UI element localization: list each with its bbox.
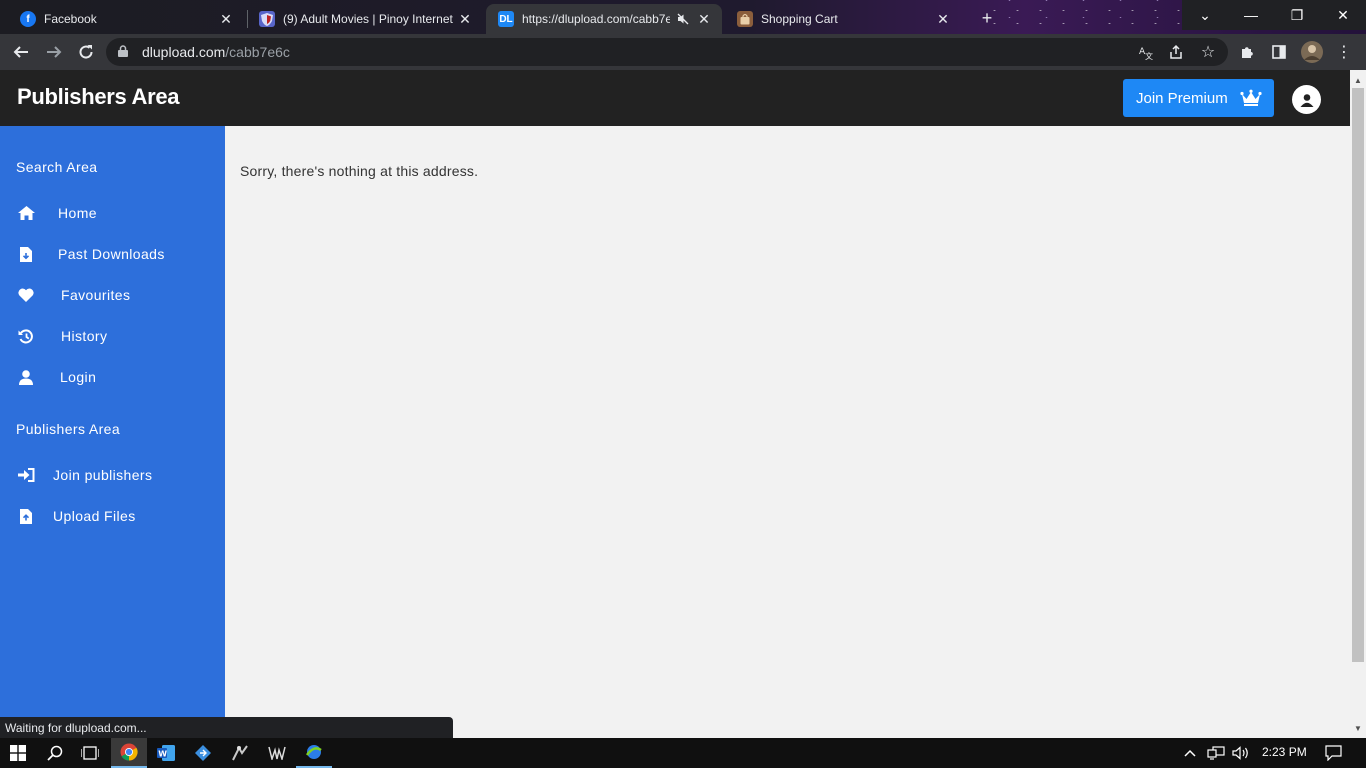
restore-button[interactable]: ❐	[1274, 0, 1320, 30]
sidebar-item-label: Join publishers	[53, 467, 153, 483]
user-circle-icon	[1300, 93, 1313, 107]
svg-text:文: 文	[1145, 51, 1153, 60]
extensions-puzzle-icon[interactable]	[1235, 40, 1259, 64]
site-header: Publishers Area Join Premium	[0, 70, 1350, 126]
tab-title: Facebook	[44, 12, 97, 26]
join-premium-button[interactable]: Join Premium	[1123, 79, 1274, 117]
sign-in-icon	[17, 467, 35, 483]
sidebar-item-past-downloads[interactable]: Past Downloads	[0, 237, 225, 271]
sidebar-item-label: Home	[58, 205, 97, 221]
scroll-up-arrow-icon[interactable]: ▲	[1350, 72, 1366, 88]
translate-icon[interactable]: A文	[1134, 40, 1158, 64]
close-window-button[interactable]: ✕	[1320, 0, 1366, 30]
sidebar-item-home[interactable]: Home	[0, 196, 225, 230]
tab-facebook[interactable]: f Facebook ✕	[8, 4, 244, 34]
bag-icon	[737, 11, 753, 27]
account-button[interactable]	[1292, 85, 1321, 114]
scrollbar-thumb[interactable]	[1352, 88, 1364, 662]
browser-toolbar: dlupload.com/cabb7e6c A文 ☆ ⋮	[0, 34, 1366, 70]
windows-taskbar: W 2:23 PM	[0, 738, 1366, 768]
crown-icon	[1240, 89, 1262, 106]
file-download-icon	[17, 246, 35, 262]
sidebar-item-history[interactable]: History	[0, 319, 225, 353]
sidebar-item-favourites[interactable]: Favourites	[0, 278, 225, 312]
task-view-icon[interactable]	[72, 738, 108, 768]
app-green-taskbar-icon[interactable]	[296, 738, 332, 768]
volume-icon[interactable]	[1228, 738, 1254, 768]
sidebar-item-label: Favourites	[61, 287, 131, 303]
browser-menu-icon[interactable]: ⋮	[1332, 40, 1356, 64]
profile-avatar[interactable]	[1300, 40, 1324, 64]
share-icon[interactable]	[1164, 40, 1188, 64]
status-bubble: Waiting for dlupload.com...	[0, 717, 453, 738]
web-page: Publishers Area Join Premium Search Area…	[0, 70, 1350, 738]
lock-icon[interactable]	[118, 44, 132, 60]
network-icon[interactable]	[1203, 738, 1229, 768]
search-icon[interactable]	[37, 738, 73, 768]
url-host: dlupload.com	[142, 44, 226, 60]
chrome-taskbar-icon[interactable]	[111, 738, 147, 768]
tab-adult-movies[interactable]: (9) Adult Movies | Pinoy Internet ✕	[247, 4, 483, 34]
tab-shopping-cart[interactable]: Shopping Cart ✕	[725, 4, 961, 34]
word-taskbar-icon[interactable]: W	[148, 738, 184, 768]
home-icon	[17, 205, 35, 221]
sidebar-section-publishers: Publishers Area	[16, 421, 121, 437]
tab-title: Shopping Cart	[761, 12, 838, 26]
tab-search-button[interactable]: ⌄	[1182, 0, 1228, 30]
app-figure-taskbar-icon[interactable]	[222, 738, 258, 768]
tab-strip: f Facebook ✕ (9) Adult Movies | Pinoy In…	[0, 0, 1366, 34]
svg-text:W: W	[158, 750, 167, 759]
close-icon[interactable]: ✕	[218, 11, 234, 27]
app-diamond-taskbar-icon[interactable]	[185, 738, 221, 768]
sidebar-item-join-publishers[interactable]: Join publishers	[0, 458, 225, 492]
taskbar-clock[interactable]: 2:23 PM	[1262, 745, 1307, 759]
file-upload-icon	[17, 508, 35, 524]
dl-icon: DL	[498, 11, 514, 27]
sidebar-item-upload-files[interactable]: Upload Files	[0, 499, 225, 533]
forward-button[interactable]	[42, 40, 66, 64]
bookmark-star-icon[interactable]: ☆	[1196, 40, 1220, 64]
sidebar-section-search: Search Area	[16, 159, 98, 175]
tab-title: (9) Adult Movies | Pinoy Internet	[283, 12, 453, 26]
user-icon	[17, 369, 35, 385]
facebook-icon: f	[20, 11, 36, 27]
sidebar-item-login[interactable]: Login	[0, 360, 225, 394]
address-bar[interactable]: dlupload.com/cabb7e6c	[106, 38, 1228, 66]
start-windows-icon[interactable]	[0, 738, 36, 768]
sidebar-item-label: Past Downloads	[58, 246, 165, 262]
reload-button[interactable]	[74, 40, 98, 64]
app-game-taskbar-icon[interactable]	[259, 738, 295, 768]
sidebar-item-label: Login	[60, 369, 97, 385]
tab-dlupload[interactable]: DL https://dlupload.com/cabb7e6c ✕	[486, 4, 722, 34]
site-brand[interactable]: Publishers Area	[17, 84, 180, 110]
tab-title: https://dlupload.com/cabb7e6c	[522, 12, 670, 26]
heart-icon	[17, 287, 35, 303]
page-scrollbar[interactable]: ▲ ▼	[1350, 70, 1366, 738]
close-icon[interactable]: ✕	[696, 11, 712, 27]
join-premium-label: Join Premium	[1136, 89, 1228, 107]
close-icon[interactable]: ✕	[935, 11, 951, 27]
not-found-message: Sorry, there's nothing at this address.	[240, 163, 479, 179]
minimize-button[interactable]: —	[1228, 0, 1274, 30]
chevron-up-icon[interactable]	[1175, 738, 1205, 768]
sidebar-item-label: History	[61, 328, 108, 344]
url-path: /cabb7e6c	[225, 44, 290, 60]
theme-background	[980, 0, 1180, 34]
sidebar-item-label: Upload Files	[53, 508, 136, 524]
side-panel-icon[interactable]	[1267, 40, 1291, 64]
notification-icon[interactable]	[1318, 738, 1348, 768]
scroll-down-arrow-icon[interactable]: ▼	[1350, 720, 1366, 736]
muted-speaker-icon[interactable]	[676, 12, 690, 26]
history-icon	[17, 328, 35, 344]
back-button[interactable]	[9, 40, 33, 64]
sidebar: Search Area Home Past Downloads Favourit…	[0, 126, 225, 738]
shield-icon	[259, 11, 275, 27]
new-tab-button[interactable]: +	[975, 6, 999, 30]
close-icon[interactable]: ✕	[457, 11, 473, 27]
